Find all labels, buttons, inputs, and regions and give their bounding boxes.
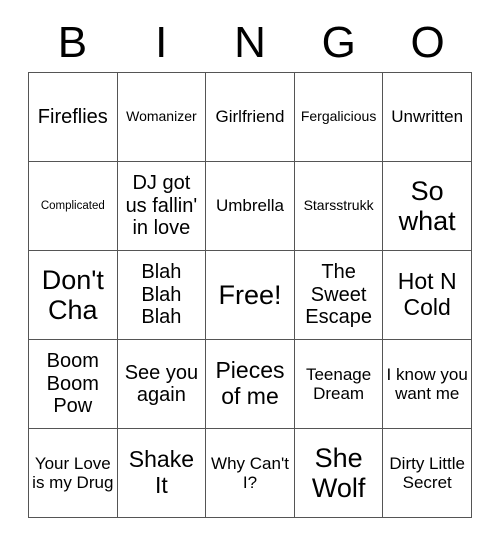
bingo-cell-label: Blah Blah Blah [141, 261, 182, 329]
bingo-cell-label: Why Can't I? [211, 453, 289, 492]
bingo-cell-free[interactable]: Free! [206, 251, 295, 340]
bingo-header-letter-i: I [155, 18, 168, 67]
bingo-cell[interactable]: Blah Blah Blah [117, 251, 207, 340]
bingo-cell[interactable]: Teenage Dream [294, 340, 384, 429]
bingo-cell-label: Don't Cha [41, 264, 104, 325]
bingo-cell[interactable]: Fergalicious [294, 73, 384, 162]
bingo-cell[interactable]: Boom Boom Pow [29, 340, 118, 429]
bingo-cell-label: See you again [124, 361, 199, 406]
bingo-cell[interactable]: Unwritten [383, 73, 472, 162]
bingo-cell[interactable]: So what [383, 162, 472, 251]
bingo-cell-label: Dirty Little Secret [389, 453, 465, 492]
bingo-cell-label: Shake It [128, 446, 194, 498]
bingo-cell-label: I know you want me [386, 364, 468, 403]
bingo-cell-label: Complicated [40, 199, 105, 212]
bingo-cell-label: Fergalicious [300, 108, 377, 125]
bingo-cell[interactable]: Umbrella [206, 162, 295, 251]
bingo-header-row: B I N G O [28, 14, 472, 72]
bingo-cell-label: Starsstrukk [303, 197, 374, 214]
bingo-cell-label: Womanizer [126, 108, 197, 125]
bingo-cell[interactable]: The Sweet Escape [294, 251, 384, 340]
bingo-cell[interactable]: Shake It [117, 429, 207, 518]
bingo-cell[interactable]: Fireflies [29, 73, 118, 162]
bingo-cell-label: Unwritten [391, 107, 464, 127]
bingo-cell[interactable]: DJ got us fallin' in love [117, 162, 207, 251]
bingo-cell-label: Free! [218, 279, 282, 310]
bingo-header-letter-n: N [234, 18, 266, 67]
bingo-cell-label: Umbrella [215, 196, 284, 216]
bingo-cell-label: Girlfriend [215, 107, 285, 127]
bingo-cell-label: Hot N Cold [397, 268, 457, 320]
bingo-cell-label: DJ got us fallin' in love [125, 172, 198, 240]
bingo-cell[interactable]: She Wolf [294, 429, 384, 518]
bingo-cell-label: Fireflies [37, 105, 108, 128]
bingo-cell[interactable]: See you again [117, 340, 207, 429]
bingo-cell[interactable]: Why Can't I? [206, 429, 295, 518]
bingo-cell[interactable]: Pieces of me [206, 340, 295, 429]
bingo-header-letter-b: B [57, 18, 88, 67]
bingo-cell[interactable]: Your Love is my Drug [29, 429, 118, 518]
bingo-header-letter-g: G [321, 18, 356, 67]
bingo-grid: Fireflies Womanizer Girlfriend Fergalici… [28, 72, 472, 518]
bingo-cell-label: Your Love is my Drug [32, 453, 114, 492]
bingo-cell-label: She Wolf [311, 442, 366, 503]
bingo-cell-label: So what [398, 175, 456, 236]
bingo-cell[interactable]: Don't Cha [29, 251, 118, 340]
bingo-cell-label: Teenage Dream [305, 364, 372, 403]
bingo-cell[interactable]: Hot N Cold [383, 251, 472, 340]
bingo-cell[interactable]: Dirty Little Secret [383, 429, 472, 518]
bingo-header-letter-o: O [410, 18, 445, 67]
bingo-cell[interactable]: Complicated [29, 162, 118, 251]
bingo-cell-label: Pieces of me [215, 357, 285, 409]
bingo-cell[interactable]: Starsstrukk [294, 162, 384, 251]
bingo-card: B I N G O Fireflies Womanizer Girlfriend… [0, 0, 500, 544]
bingo-cell-label: Boom Boom Pow [46, 350, 99, 418]
bingo-cell[interactable]: Girlfriend [206, 73, 295, 162]
bingo-cell-label: The Sweet Escape [305, 261, 372, 329]
bingo-cell[interactable]: Womanizer [117, 73, 207, 162]
bingo-cell[interactable]: I know you want me [383, 340, 472, 429]
